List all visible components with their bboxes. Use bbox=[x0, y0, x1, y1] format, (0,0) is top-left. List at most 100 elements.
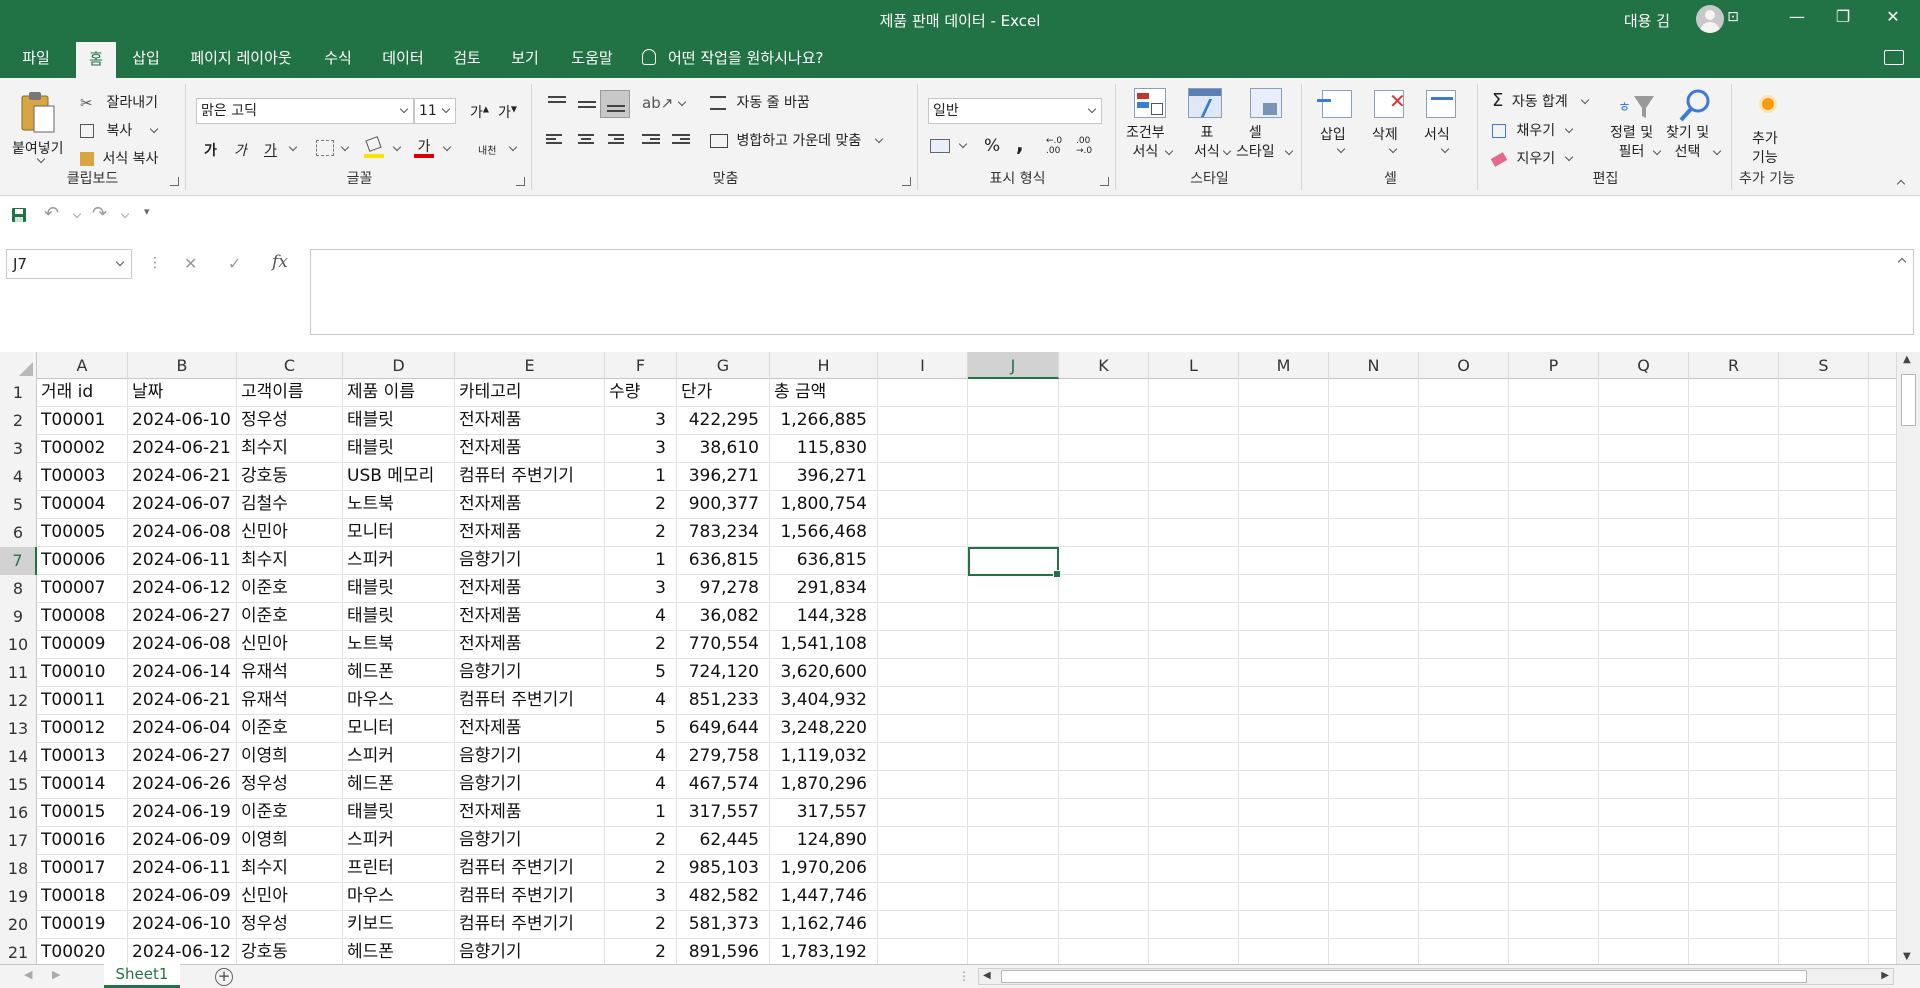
cell-c9[interactable]: 이준호 bbox=[237, 603, 343, 631]
cell-a5[interactable]: T00004 bbox=[37, 491, 128, 519]
cell-a21[interactable]: T00020 bbox=[37, 939, 128, 964]
cell-i21[interactable] bbox=[878, 939, 968, 964]
cell-j6[interactable] bbox=[968, 519, 1059, 547]
cell-c18[interactable]: 최수지 bbox=[237, 855, 343, 883]
cell-f18[interactable]: 2 bbox=[605, 855, 677, 883]
cell-h4[interactable]: 396,271 bbox=[770, 463, 878, 491]
cell-e15[interactable]: 음향기기 bbox=[455, 771, 605, 799]
cell-c2[interactable]: 정우성 bbox=[237, 407, 343, 435]
cell-h7[interactable]: 636,815 bbox=[770, 547, 878, 575]
cell-s21[interactable] bbox=[1779, 939, 1869, 964]
increase-decimal-button[interactable]: ←.0 .00 bbox=[1046, 136, 1062, 156]
cell-l8[interactable] bbox=[1149, 575, 1239, 603]
cell-i6[interactable] bbox=[878, 519, 968, 547]
cell-l21[interactable] bbox=[1149, 939, 1239, 964]
cell-g3[interactable]: 38,610 bbox=[677, 435, 770, 463]
cell-n20[interactable] bbox=[1329, 911, 1419, 939]
cell-i15[interactable] bbox=[878, 771, 968, 799]
cell-q7[interactable] bbox=[1599, 547, 1689, 575]
row-header[interactable]: 3 bbox=[0, 435, 37, 463]
cell-j20[interactable] bbox=[968, 911, 1059, 939]
cell-c13[interactable]: 이준호 bbox=[237, 715, 343, 743]
cell-b14[interactable]: 2024-06-27 bbox=[128, 743, 237, 771]
cell-j8[interactable] bbox=[968, 575, 1059, 603]
cell-a10[interactable]: T00009 bbox=[37, 631, 128, 659]
cell-b10[interactable]: 2024-06-08 bbox=[128, 631, 237, 659]
cell-m7[interactable] bbox=[1239, 547, 1329, 575]
cell-q20[interactable] bbox=[1599, 911, 1689, 939]
align-bottom-button[interactable] bbox=[600, 90, 630, 118]
alignment-launcher-icon[interactable] bbox=[902, 177, 911, 186]
cell-a6[interactable]: T00005 bbox=[37, 519, 128, 547]
cell-b3[interactable]: 2024-06-21 bbox=[128, 435, 237, 463]
tab-file[interactable]: 파일 bbox=[10, 38, 62, 78]
tab-data[interactable]: 데이터 bbox=[374, 38, 432, 78]
name-box[interactable]: J7 bbox=[6, 249, 132, 279]
scroll-up-arrow-icon[interactable]: ▲ bbox=[1903, 354, 1911, 365]
cell-n3[interactable] bbox=[1329, 435, 1419, 463]
cell-d18[interactable]: 프린터 bbox=[343, 855, 455, 883]
cell-s8[interactable] bbox=[1779, 575, 1869, 603]
ribbon-display-options-icon[interactable]: ⊡ bbox=[1710, 0, 1756, 36]
cell-l14[interactable] bbox=[1149, 743, 1239, 771]
cell-g14[interactable]: 279,758 bbox=[677, 743, 770, 771]
cell-o14[interactable] bbox=[1419, 743, 1509, 771]
cell-m13[interactable] bbox=[1239, 715, 1329, 743]
cell-c8[interactable]: 이준호 bbox=[237, 575, 343, 603]
shrink-font-button[interactable]: 가▼ bbox=[498, 102, 517, 122]
cell-f6[interactable]: 2 bbox=[605, 519, 677, 547]
cell-n7[interactable] bbox=[1329, 547, 1419, 575]
cell-q18[interactable] bbox=[1599, 855, 1689, 883]
cell-d13[interactable]: 모니터 bbox=[343, 715, 455, 743]
cell-l11[interactable] bbox=[1149, 659, 1239, 687]
cell-b8[interactable]: 2024-06-12 bbox=[128, 575, 237, 603]
cell-g5[interactable]: 900,377 bbox=[677, 491, 770, 519]
font-color-button[interactable]: 가 bbox=[414, 136, 434, 158]
column-header-o[interactable]: O bbox=[1419, 352, 1509, 379]
tab-help[interactable]: 도움말 bbox=[560, 38, 624, 78]
column-header-q[interactable]: Q bbox=[1599, 352, 1689, 379]
cell-h5[interactable]: 1,800,754 bbox=[770, 491, 878, 519]
row-header[interactable]: 9 bbox=[0, 603, 37, 631]
cell-o18[interactable] bbox=[1419, 855, 1509, 883]
column-header-j[interactable]: J bbox=[968, 352, 1059, 379]
cell-e3[interactable]: 전자제품 bbox=[455, 435, 605, 463]
cell-c16[interactable]: 이준호 bbox=[237, 799, 343, 827]
cell-g1[interactable]: 단가 bbox=[677, 379, 770, 407]
cell-p14[interactable] bbox=[1509, 743, 1599, 771]
cell-g17[interactable]: 62,445 bbox=[677, 827, 770, 855]
cell-c14[interactable]: 이영희 bbox=[237, 743, 343, 771]
cell-e5[interactable]: 전자제품 bbox=[455, 491, 605, 519]
cell-h14[interactable]: 1,119,032 bbox=[770, 743, 878, 771]
cell-f14[interactable]: 4 bbox=[605, 743, 677, 771]
cell-q11[interactable] bbox=[1599, 659, 1689, 687]
cell-f3[interactable]: 3 bbox=[605, 435, 677, 463]
cell-m5[interactable] bbox=[1239, 491, 1329, 519]
cell-c6[interactable]: 신민아 bbox=[237, 519, 343, 547]
cell-l9[interactable] bbox=[1149, 603, 1239, 631]
column-header-s[interactable]: S bbox=[1779, 352, 1869, 379]
cell-q12[interactable] bbox=[1599, 687, 1689, 715]
cell-h19[interactable]: 1,447,746 bbox=[770, 883, 878, 911]
cell-d9[interactable]: 태블릿 bbox=[343, 603, 455, 631]
cell-a14[interactable]: T00013 bbox=[37, 743, 128, 771]
cell-o15[interactable] bbox=[1419, 771, 1509, 799]
cell-n15[interactable] bbox=[1329, 771, 1419, 799]
row-header[interactable]: 21 bbox=[0, 939, 37, 964]
cell-m1[interactable] bbox=[1239, 379, 1329, 407]
cell-r17[interactable] bbox=[1689, 827, 1779, 855]
cell-e2[interactable]: 전자제품 bbox=[455, 407, 605, 435]
row-header[interactable]: 14 bbox=[0, 743, 37, 771]
align-middle-button[interactable] bbox=[576, 96, 598, 112]
cell-m21[interactable] bbox=[1239, 939, 1329, 964]
cell-e20[interactable]: 컴퓨터 주변기기 bbox=[455, 911, 605, 939]
cell-p3[interactable] bbox=[1509, 435, 1599, 463]
cell-e11[interactable]: 음향기기 bbox=[455, 659, 605, 687]
cell-h20[interactable]: 1,162,746 bbox=[770, 911, 878, 939]
comma-style-button[interactable]: , bbox=[1016, 132, 1024, 156]
cell-g18[interactable]: 985,103 bbox=[677, 855, 770, 883]
align-left-button[interactable] bbox=[546, 132, 566, 148]
cell-b20[interactable]: 2024-06-10 bbox=[128, 911, 237, 939]
cell-n18[interactable] bbox=[1329, 855, 1419, 883]
cell-i17[interactable] bbox=[878, 827, 968, 855]
